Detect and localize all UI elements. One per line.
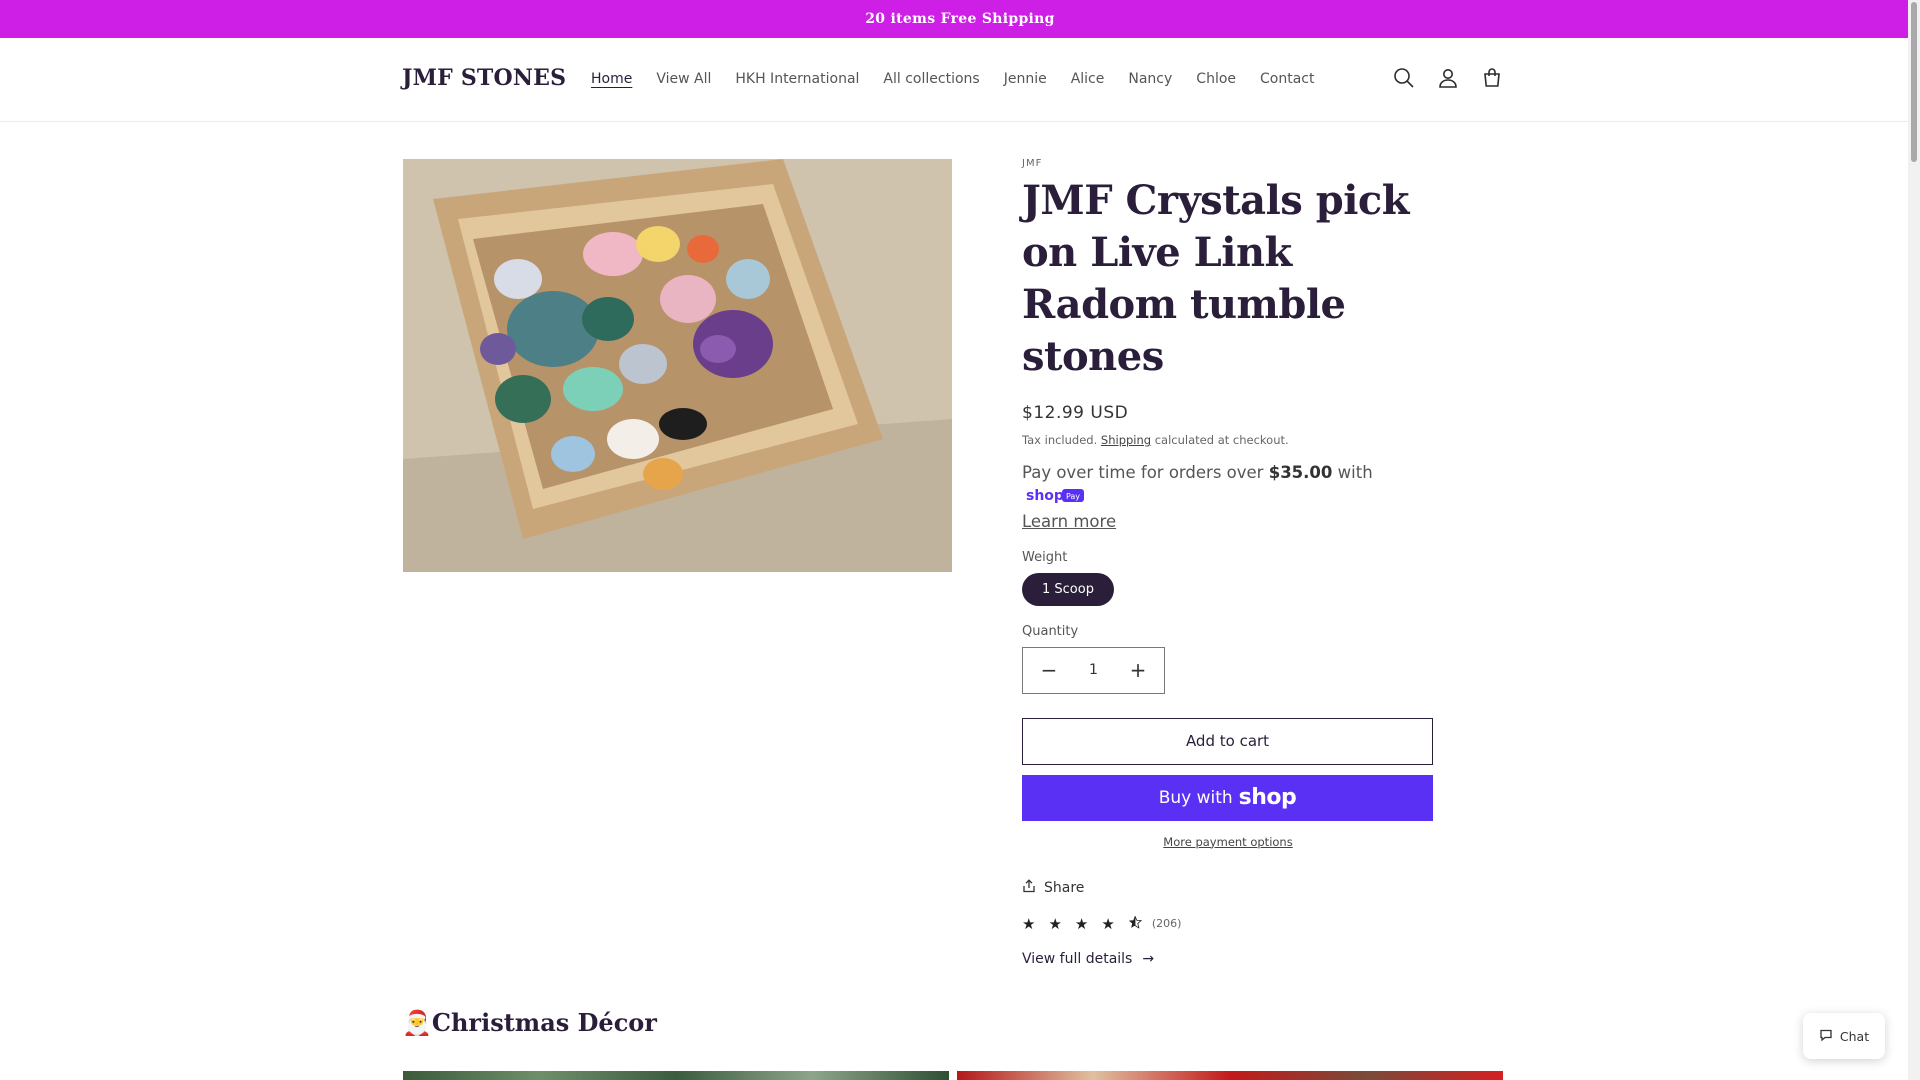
tax-note: Tax included. Shipping calculated at che… [1022,433,1434,447]
nav-item-nancy[interactable]: Nancy [1128,71,1172,87]
chat-bubble-icon [1819,1028,1833,1045]
site-header: JMF STONES Home View All HKH Internation… [0,38,1908,122]
share-icon [1022,878,1036,897]
product-vendor: JMF [1022,158,1043,169]
quantity-increase-button[interactable]: + [1128,658,1148,682]
installments-amount: $35.00 [1268,463,1333,482]
tax-suffix: calculated at checkout. [1154,433,1289,447]
view-full-details-label: View full details [1022,950,1133,967]
share-label: Share [1044,879,1085,896]
crystal-box-photo [403,159,952,572]
chat-label: Chat [1839,1028,1870,1044]
nav-item-jennie[interactable]: Jennie [1004,71,1047,87]
installments-with: with [1337,463,1373,482]
share-button[interactable]: Share [1022,878,1434,897]
collection-card-1[interactable] [403,1071,949,1080]
add-to-cart-button[interactable]: Add to cart [1022,717,1433,765]
shop-pay-installments: Pay over time for orders over $35.00 wit… [1022,461,1434,534]
nav-item-home[interactable]: Home [591,71,632,87]
product-price: $12.99 USD [1022,403,1129,423]
review-count[interactable]: (206) [1152,917,1182,930]
star-full-icon: ★ [1022,914,1036,933]
announcement-bar: 20 items Free Shipping [0,0,1920,38]
nav-item-hkh-international[interactable]: HKH International [735,71,859,87]
nav-item-alice[interactable]: Alice [1071,71,1105,87]
star-full-icon: ★ [1074,914,1089,933]
shop-pay-badge: Pay [1066,492,1080,501]
quantity-input[interactable]: 1 [1089,662,1098,678]
more-payment-options-link[interactable]: More payment options [1022,835,1434,849]
product-image[interactable] [403,159,952,572]
star-half-icon [1128,915,1142,933]
buy-with-shop-button[interactable]: Buy with shop [1022,774,1433,821]
announcement-text: 20 items Free Shipping [865,11,1055,27]
quantity-label: Quantity [1022,623,1079,639]
arrow-right-icon: → [1142,950,1155,967]
nav-item-view-all[interactable]: View All [656,71,711,87]
product-title: JMF Crystals pick on Live Link Radom tum… [1022,177,1409,380]
chat-button[interactable]: Chat [1803,1013,1885,1059]
search-icon[interactable] [1392,66,1416,90]
nav-item-all-collections[interactable]: All collections [883,71,979,87]
main-nav: Home View All HKH International All coll… [591,71,1314,87]
shop-pay-brand: shop [1026,488,1064,503]
shipping-link[interactable]: Shipping [1101,433,1151,447]
rating-stars: ★ ★ ★ ★ [1022,915,1142,933]
shop-pay-logo: shop Pay [1026,486,1084,510]
collection-card-2[interactable] [957,1071,1503,1080]
quantity-stepper: − 1 + [1022,646,1165,694]
nav-item-contact[interactable]: Contact [1260,71,1314,87]
buy-with-label: Buy with [1158,787,1233,808]
tax-prefix: Tax included. [1022,433,1098,447]
page-scrollbar[interactable] [1908,0,1920,1080]
weight-label: Weight [1022,549,1068,565]
installments-prefix: Pay over time for orders over [1022,463,1264,482]
shop-wordmark: shop [1238,785,1297,810]
scrollbar-thumb[interactable] [1911,2,1917,162]
quantity-decrease-button[interactable]: − [1039,658,1059,682]
store-logo[interactable]: JMF STONES [402,65,566,91]
nav-item-chloe[interactable]: Chloe [1196,71,1236,87]
header-icons [1392,66,1504,90]
weight-option-1-scoop[interactable]: 1 Scoop [1022,572,1114,606]
view-full-details-link[interactable]: View full details → [1022,951,1434,967]
collection-title: 🎅Christmas Décor [402,1008,657,1037]
account-icon[interactable] [1436,66,1460,90]
star-full-icon: ★ [1048,914,1062,933]
product-info: JMF JMF Crystals pick on Live Link Radom… [1022,158,1434,967]
learn-more-link[interactable]: Learn more [1022,512,1116,531]
star-full-icon: ★ [1101,914,1115,933]
cart-icon[interactable] [1480,66,1504,90]
product-rating: ★ ★ ★ ★ (206) [1022,915,1434,933]
